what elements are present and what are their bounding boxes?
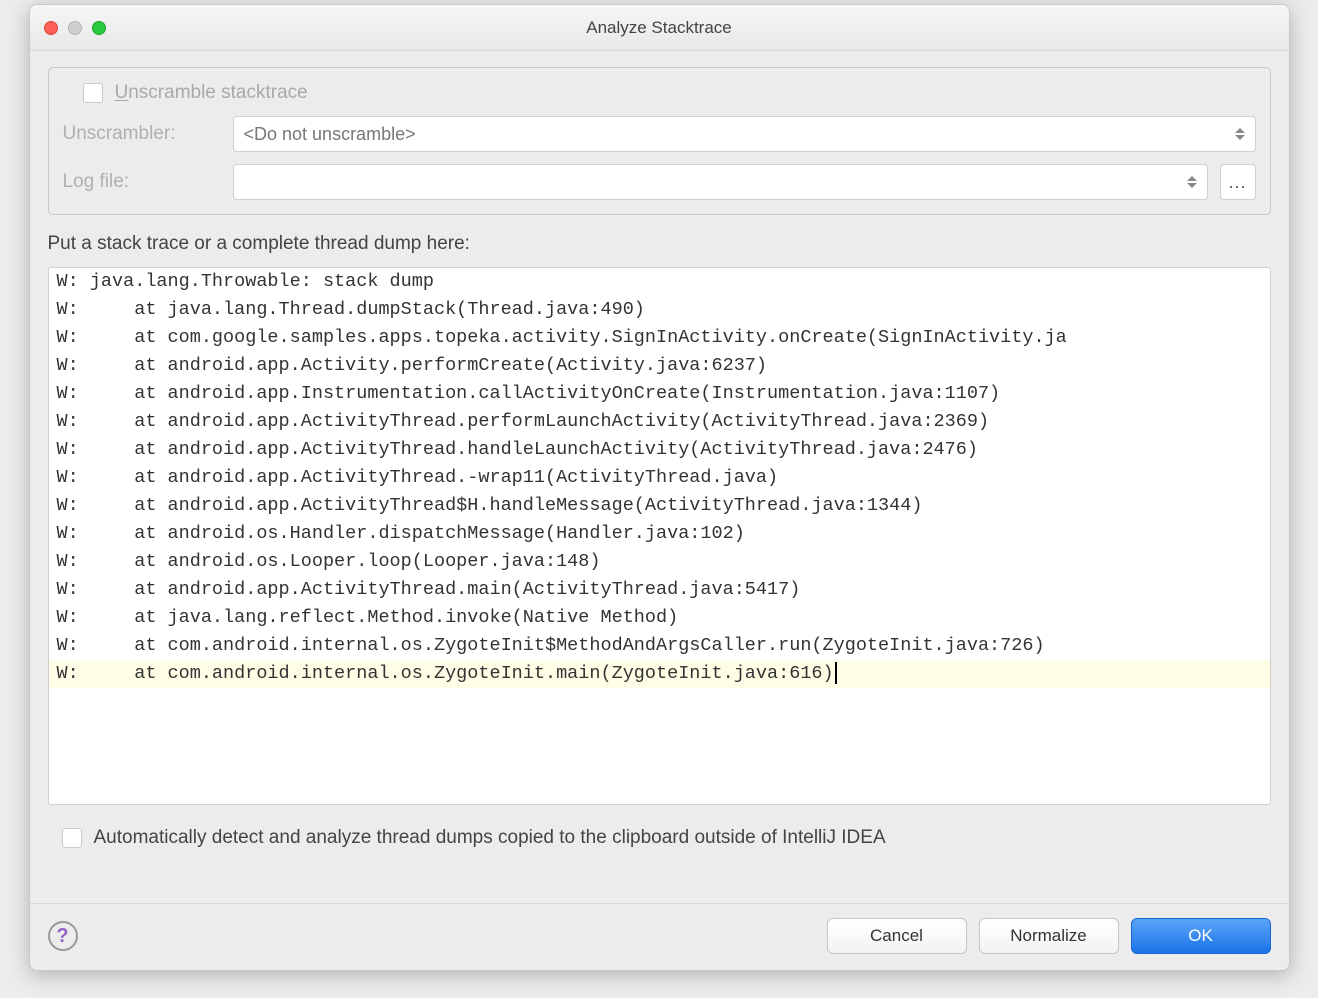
logfile-input[interactable] — [233, 164, 1208, 200]
unscramble-checkbox[interactable] — [83, 83, 103, 103]
ellipsis-icon: ... — [1228, 172, 1246, 193]
cancel-button[interactable]: Cancel — [827, 918, 967, 954]
autodetect-row: Automatically detect and analyze thread … — [48, 827, 1271, 849]
trace-line: W: at android.app.ActivityThread$H.handl… — [49, 492, 1270, 520]
trace-line: W: at android.app.ActivityThread.main(Ac… — [49, 576, 1270, 604]
chevron-updown-icon — [1235, 128, 1245, 140]
dialog-content: Unscramble stacktrace Unscrambler: <Do n… — [30, 51, 1289, 903]
logfile-label: Log file: — [63, 171, 221, 193]
trace-line: W: at com.google.samples.apps.topeka.act… — [49, 324, 1270, 352]
trace-line: W: at com.android.internal.os.ZygoteInit… — [49, 632, 1270, 660]
trace-line: W: at android.app.ActivityThread.handleL… — [49, 436, 1270, 464]
help-button[interactable]: ? — [48, 921, 78, 951]
autodetect-label: Automatically detect and analyze thread … — [94, 827, 886, 849]
window-title: Analyze Stacktrace — [30, 18, 1289, 38]
dialog-footer: ? Cancel Normalize OK — [30, 903, 1289, 970]
trace-line: W: at android.app.ActivityThread.perform… — [49, 408, 1270, 436]
unscrambler-value: <Do not unscramble> — [244, 124, 416, 145]
trace-line: W: at android.app.Activity.performCreate… — [49, 352, 1270, 380]
browse-button[interactable]: ... — [1220, 164, 1256, 200]
instruction-label: Put a stack trace or a complete thread d… — [48, 233, 1271, 255]
stacktrace-textarea[interactable]: W: java.lang.Throwable: stack dumpW: at … — [48, 267, 1271, 805]
trace-line: W: at java.lang.reflect.Method.invoke(Na… — [49, 604, 1270, 632]
unscramble-label: Unscramble stacktrace — [115, 82, 308, 104]
ok-button[interactable]: OK — [1131, 918, 1271, 954]
trace-line: W: at android.app.Instrumentation.callAc… — [49, 380, 1270, 408]
question-icon: ? — [56, 925, 68, 948]
text-cursor — [835, 662, 837, 684]
trace-line: W: at com.android.internal.os.ZygoteInit… — [49, 660, 1270, 688]
autodetect-checkbox[interactable] — [62, 828, 82, 848]
trace-line: W: at android.os.Looper.loop(Looper.java… — [49, 548, 1270, 576]
unscrambler-dropdown[interactable]: <Do not unscramble> — [233, 116, 1256, 152]
unscramble-panel: Unscramble stacktrace Unscrambler: <Do n… — [48, 67, 1271, 215]
titlebar: Analyze Stacktrace — [30, 5, 1289, 51]
trace-line: W: at android.app.ActivityThread.-wrap11… — [49, 464, 1270, 492]
trace-line: W: at java.lang.Thread.dumpStack(Thread.… — [49, 296, 1270, 324]
trace-line: W: at android.os.Handler.dispatchMessage… — [49, 520, 1270, 548]
dialog-window: Analyze Stacktrace Unscramble stacktrace… — [29, 4, 1290, 971]
chevron-updown-icon — [1187, 176, 1197, 188]
unscrambler-label: Unscrambler: — [63, 123, 221, 145]
trace-line: W: java.lang.Throwable: stack dump — [49, 268, 1270, 296]
normalize-button[interactable]: Normalize — [979, 918, 1119, 954]
